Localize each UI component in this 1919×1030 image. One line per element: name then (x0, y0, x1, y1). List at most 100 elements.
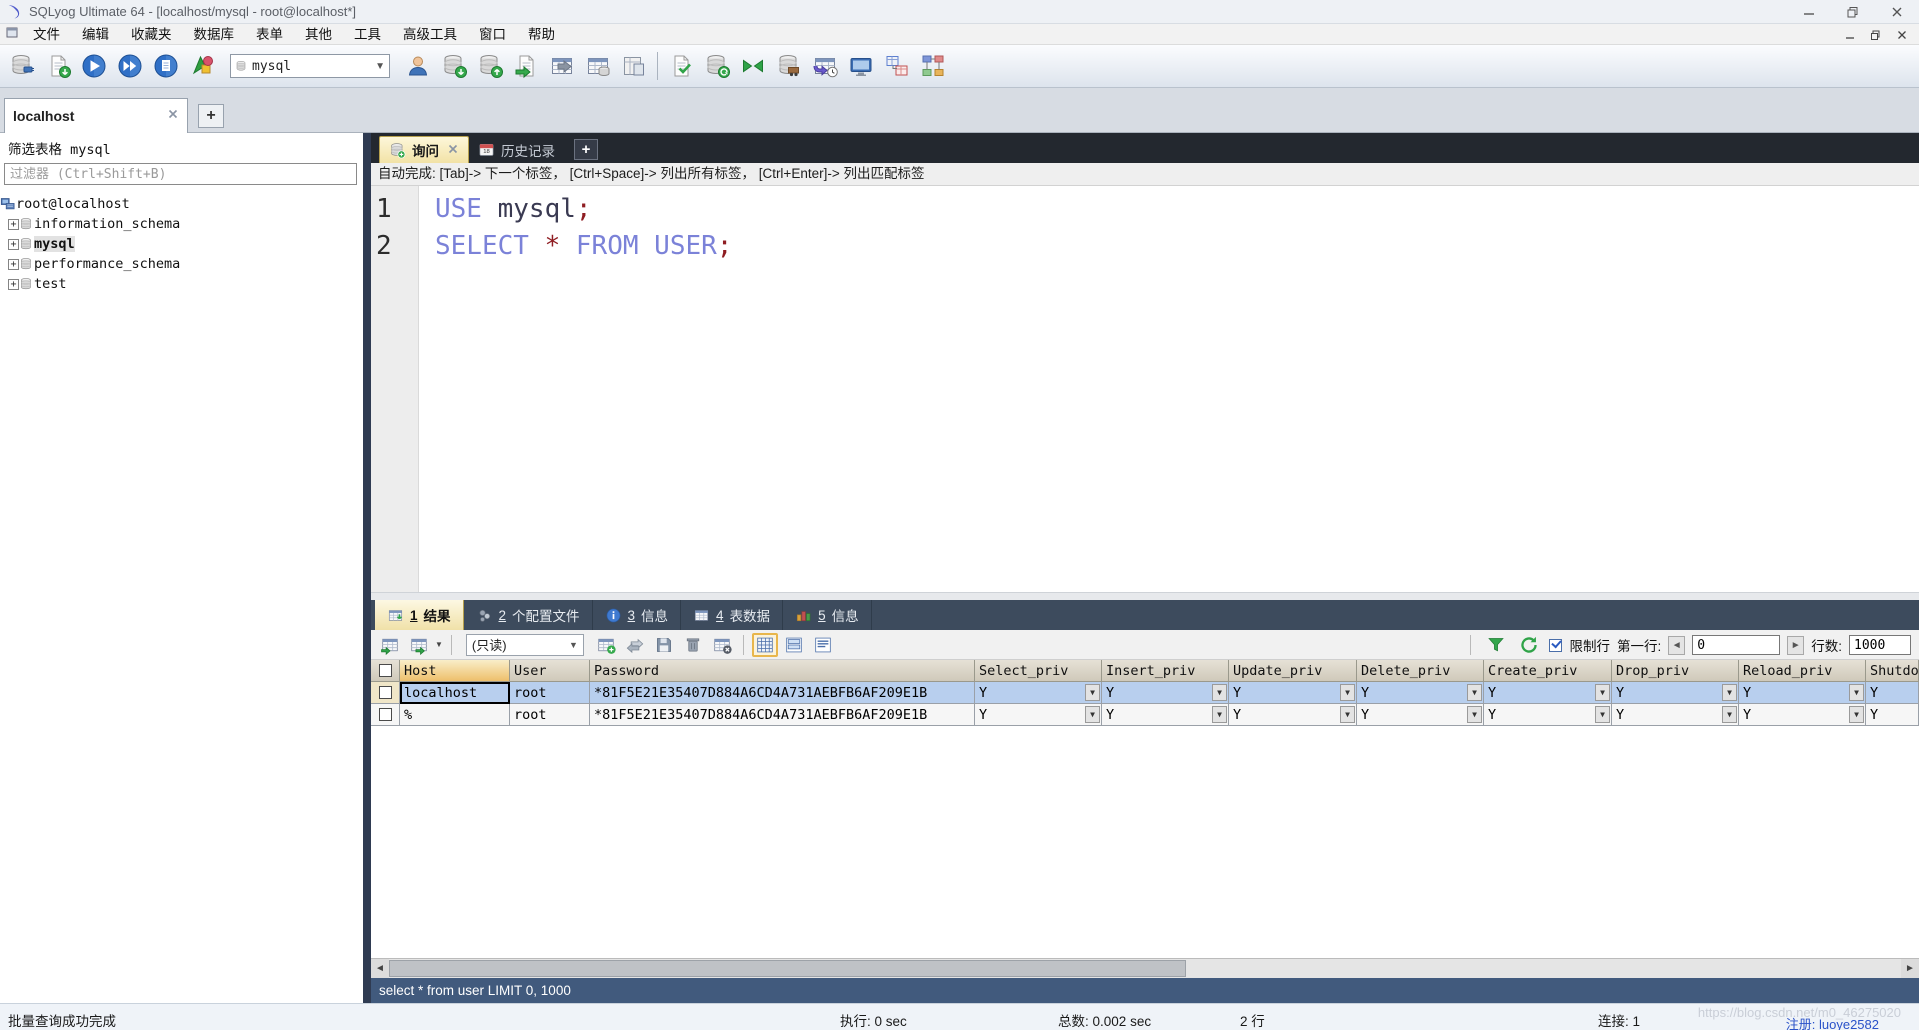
cell-dropdown-icon[interactable]: ▼ (1085, 706, 1100, 723)
column-header-delete_priv[interactable]: Delete_priv (1357, 660, 1484, 682)
cell-dropdown-icon[interactable]: ▼ (1212, 684, 1227, 701)
mdi-minimize-button[interactable] (1837, 25, 1863, 45)
prev-page-button[interactable]: ◄ (1668, 636, 1685, 655)
cell-dropdown-icon[interactable]: ▼ (1595, 684, 1610, 701)
column-header-reload_priv[interactable]: Reload_priv (1739, 660, 1866, 682)
cell-insert_priv[interactable]: Y▼ (1102, 682, 1229, 704)
row-count-input[interactable] (1849, 635, 1911, 655)
mdi-close-button[interactable] (1889, 25, 1915, 45)
cell-dropdown-icon[interactable]: ▼ (1722, 684, 1737, 701)
tree-item-information-schema[interactable]: +information_schema (0, 214, 363, 234)
explain-query-button[interactable] (148, 48, 184, 84)
result-tab-1[interactable]: 1结果 (375, 600, 464, 630)
execute-query-button[interactable] (76, 48, 112, 84)
cell-shutdown[interactable]: Y (1866, 682, 1919, 704)
menu-item-5[interactable]: 其他 (294, 24, 343, 45)
export-database-button[interactable] (436, 48, 472, 84)
menu-item-0[interactable]: 文件 (22, 24, 71, 45)
compare-data-button[interactable] (735, 48, 771, 84)
menu-item-9[interactable]: 帮助 (517, 24, 566, 45)
sql-code[interactable]: USE mysql;SELECT * FROM USER; (435, 186, 732, 265)
insert-row-button[interactable] (377, 633, 403, 657)
column-header-drop_priv[interactable]: Drop_priv (1612, 660, 1739, 682)
cell-password[interactable]: *81F5E21E35407D884A6CD4A731AEBFB6AF209E1… (590, 682, 975, 704)
cell-dropdown-icon[interactable]: ▼ (1085, 684, 1100, 701)
query-tab-0[interactable]: 询问 (379, 136, 469, 163)
import-database-button[interactable] (472, 48, 508, 84)
result-tab-3[interactable]: 3信息 (593, 600, 682, 630)
cell-dropdown-icon[interactable]: ▼ (1722, 706, 1737, 723)
cell-select_priv[interactable]: Y▼ (975, 682, 1102, 704)
table-row[interactable]: localhostroot*81F5E21E35407D884A6CD4A731… (371, 682, 1919, 704)
export-table-button[interactable] (544, 48, 580, 84)
next-page-button[interactable]: ► (1787, 636, 1804, 655)
close-tab-icon[interactable] (167, 107, 179, 125)
register-link[interactable]: 注册: luoye2582 (1786, 1014, 1879, 1030)
cell-delete_priv[interactable]: Y▼ (1357, 682, 1484, 704)
column-header-create_priv[interactable]: Create_priv (1484, 660, 1612, 682)
cell-delete_priv[interactable]: Y▼ (1357, 704, 1484, 726)
view-form-button[interactable] (781, 633, 807, 657)
result-tab-4[interactable]: 4表数据 (681, 600, 783, 630)
table-info-button[interactable] (616, 48, 652, 84)
duplicate-row-button[interactable] (406, 633, 432, 657)
menu-item-3[interactable]: 数据库 (183, 24, 246, 45)
beautify-query-button[interactable] (184, 48, 220, 84)
result-mode-dropdown[interactable]: (只读)▼ (466, 634, 584, 656)
cell-insert_priv[interactable]: Y▼ (1102, 704, 1229, 726)
column-header-select_priv[interactable]: Select_priv (975, 660, 1102, 682)
menu-item-1[interactable]: 编辑 (71, 24, 120, 45)
save-results-button[interactable] (508, 48, 544, 84)
mdi-restore-button[interactable] (1863, 25, 1889, 45)
cell-create_priv[interactable]: Y▼ (1484, 682, 1612, 704)
checkbox-icon[interactable] (379, 686, 392, 699)
sql-editor[interactable]: 12 USE mysql;SELECT * FROM USER; (371, 186, 1919, 592)
migrate-data-button[interactable] (771, 48, 807, 84)
close-tab-icon[interactable] (447, 143, 459, 158)
schema-sync-button[interactable] (663, 48, 699, 84)
delete-row-button[interactable] (680, 633, 706, 657)
editor-results-splitter[interactable] (371, 592, 1919, 600)
limit-rows-checkbox[interactable] (1549, 639, 1562, 652)
cell-update_priv[interactable]: Y▼ (1229, 682, 1357, 704)
column-header-user[interactable]: User (510, 660, 590, 682)
user-manager-button[interactable] (400, 48, 436, 84)
connection-tab-localhost[interactable]: localhost (4, 98, 188, 133)
row-checkbox-cell[interactable] (371, 682, 400, 704)
cell-user[interactable]: root (510, 704, 590, 726)
horizontal-scrollbar[interactable]: ◄ ► (371, 958, 1919, 978)
cell-user[interactable]: root (510, 682, 590, 704)
cell-dropdown-icon[interactable]: ▼ (1340, 706, 1355, 723)
cell-reload_priv[interactable]: Y▼ (1739, 704, 1866, 726)
first-row-input[interactable] (1692, 635, 1780, 655)
view-text-button[interactable] (810, 633, 836, 657)
column-header-host[interactable]: Host (400, 660, 510, 682)
cell-create_priv[interactable]: Y▼ (1484, 704, 1612, 726)
expand-icon[interactable]: + (8, 259, 19, 270)
restore-button[interactable] (1831, 0, 1875, 24)
refresh-icon[interactable] (1516, 633, 1542, 657)
expand-icon[interactable]: + (8, 279, 19, 290)
result-tab-5[interactable]: 5信息 (783, 600, 872, 630)
checkbox-icon[interactable] (379, 664, 392, 677)
new-connection-tab-button[interactable]: + (198, 104, 224, 128)
new-connection-button[interactable] (4, 48, 40, 84)
cell-dropdown-icon[interactable]: ▼ (1340, 684, 1355, 701)
cell-dropdown-icon[interactable]: ▼ (1849, 706, 1864, 723)
menu-item-2[interactable]: 收藏夹 (120, 24, 183, 45)
checkbox-icon[interactable] (379, 708, 392, 721)
schema-designer-button[interactable] (915, 48, 951, 84)
filter-input[interactable] (4, 163, 357, 185)
scrollbar-thumb[interactable] (389, 960, 1186, 977)
add-row-button[interactable] (593, 633, 619, 657)
refresh-row-button[interactable] (622, 633, 648, 657)
copy-table-button[interactable] (580, 48, 616, 84)
scroll-left-icon[interactable]: ◄ (371, 959, 389, 978)
query-tab-1[interactable]: 18历史记录 (469, 136, 564, 163)
cell-dropdown-icon[interactable]: ▼ (1467, 684, 1482, 701)
execute-all-button[interactable] (112, 48, 148, 84)
scroll-right-icon[interactable]: ► (1901, 959, 1919, 978)
scheduled-backup-button[interactable] (807, 48, 843, 84)
cell-dropdown-icon[interactable]: ▼ (1467, 706, 1482, 723)
cell-drop_priv[interactable]: Y▼ (1612, 704, 1739, 726)
